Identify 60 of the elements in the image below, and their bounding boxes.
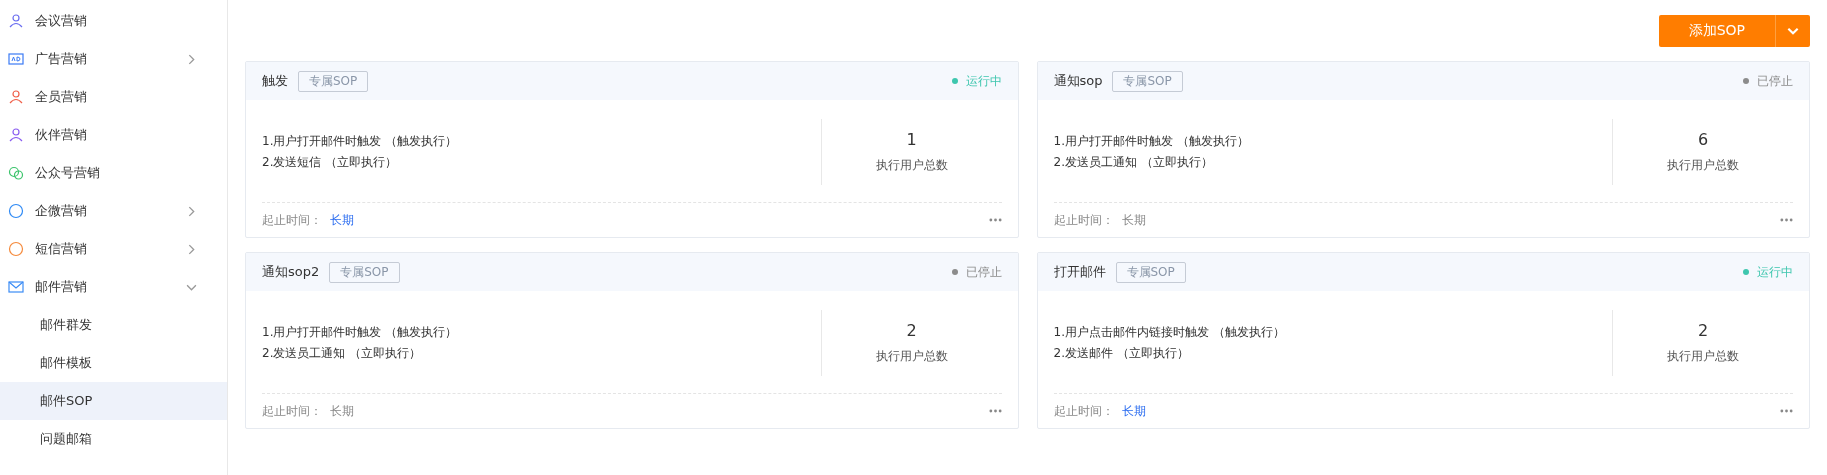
period-value: 长期 bbox=[330, 402, 354, 420]
period-value: 长期 bbox=[330, 211, 354, 229]
status-label: 运行中 bbox=[951, 72, 1002, 90]
step-text: 2.发送短信 （立即执行） bbox=[262, 154, 399, 171]
sidebar-subitem[interactable]: 问题邮箱 bbox=[0, 420, 227, 458]
user-count: 2 bbox=[906, 321, 917, 340]
card-title: 通知sop2 bbox=[262, 263, 320, 281]
menu-item-icon bbox=[8, 241, 24, 257]
sidebar-item[interactable]: 伙伴营销 bbox=[0, 116, 227, 154]
menu-item-icon bbox=[8, 203, 24, 219]
period-value: 长期 bbox=[1121, 211, 1146, 229]
sop-tag: 专属SOP bbox=[1115, 261, 1186, 283]
more-icon[interactable] bbox=[988, 218, 1002, 222]
step-text: 1.用户打开邮件时触发 （触发执行） bbox=[1053, 133, 1250, 150]
count-label: 执行用户总数 bbox=[875, 348, 948, 365]
count-label: 执行用户总数 bbox=[1667, 157, 1739, 174]
period-label: 起止时间： bbox=[1053, 211, 1114, 229]
sidebar-item[interactable]: 会议营销 bbox=[0, 2, 227, 40]
menu-item-icon bbox=[8, 165, 24, 181]
card-title: 通知sop bbox=[1053, 72, 1103, 90]
sidebar-item[interactable]: 企微营销 bbox=[0, 192, 227, 230]
sop-tag: 专属SOP bbox=[329, 261, 400, 283]
user-count: 6 bbox=[1697, 130, 1709, 149]
sidebar-subitem[interactable]: 邮件模板 bbox=[0, 344, 227, 382]
period-value: 长期 bbox=[1121, 402, 1146, 420]
step-text: 1.用户打开邮件时触发 （触发执行） bbox=[262, 133, 459, 150]
menu-item-icon bbox=[8, 127, 24, 143]
sidebar-item[interactable]: 短信营销 bbox=[0, 230, 227, 268]
user-count: 2 bbox=[1697, 321, 1709, 340]
step-text: 1.用户点击邮件内链接时触发 （触发执行） bbox=[1053, 324, 1286, 341]
step-text: 2.发送员工通知 （立即执行） bbox=[1053, 154, 1214, 171]
status-label: 运行中 bbox=[1743, 263, 1793, 281]
step-text: 2.发送邮件 （立即执行） bbox=[1053, 345, 1190, 362]
more-icon[interactable] bbox=[1780, 409, 1793, 413]
sop-tag: 专属SOP bbox=[298, 70, 369, 92]
menu-item-icon bbox=[8, 13, 24, 29]
period-label: 起止时间： bbox=[262, 402, 322, 420]
menu-item-icon bbox=[8, 89, 24, 105]
more-icon[interactable] bbox=[988, 409, 1002, 413]
period-label: 起止时间： bbox=[262, 211, 322, 229]
count-label: 执行用户总数 bbox=[1667, 348, 1739, 365]
sidebar-subitem[interactable]: 邮件群发 bbox=[0, 306, 227, 344]
card-title: 触发 bbox=[262, 72, 288, 90]
sidebar-subitem[interactable]: 邮件SOP bbox=[0, 382, 227, 420]
sidebar-item[interactable]: 邮件营销 bbox=[0, 268, 227, 306]
card-title: 打开邮件 bbox=[1053, 263, 1106, 281]
menu-item-icon bbox=[8, 279, 24, 295]
sidebar-item[interactable]: 广告营销 bbox=[0, 40, 227, 78]
user-count: 1 bbox=[906, 130, 917, 149]
sop-tag: 专属SOP bbox=[1112, 70, 1183, 92]
step-text: 1.用户打开邮件时触发 （触发执行） bbox=[262, 324, 459, 341]
status-label: 已停止 bbox=[1743, 72, 1793, 90]
status-label: 已停止 bbox=[951, 263, 1002, 281]
sidebar-item[interactable]: 公众号营销 bbox=[0, 154, 227, 192]
sidebar-item[interactable]: 全员营销 bbox=[0, 78, 227, 116]
period-label: 起止时间： bbox=[1053, 402, 1114, 420]
more-icon[interactable] bbox=[1780, 218, 1793, 222]
menu-item-icon bbox=[8, 51, 24, 67]
step-text: 2.发送员工通知 （立即执行） bbox=[262, 345, 423, 362]
count-label: 执行用户总数 bbox=[875, 157, 948, 174]
